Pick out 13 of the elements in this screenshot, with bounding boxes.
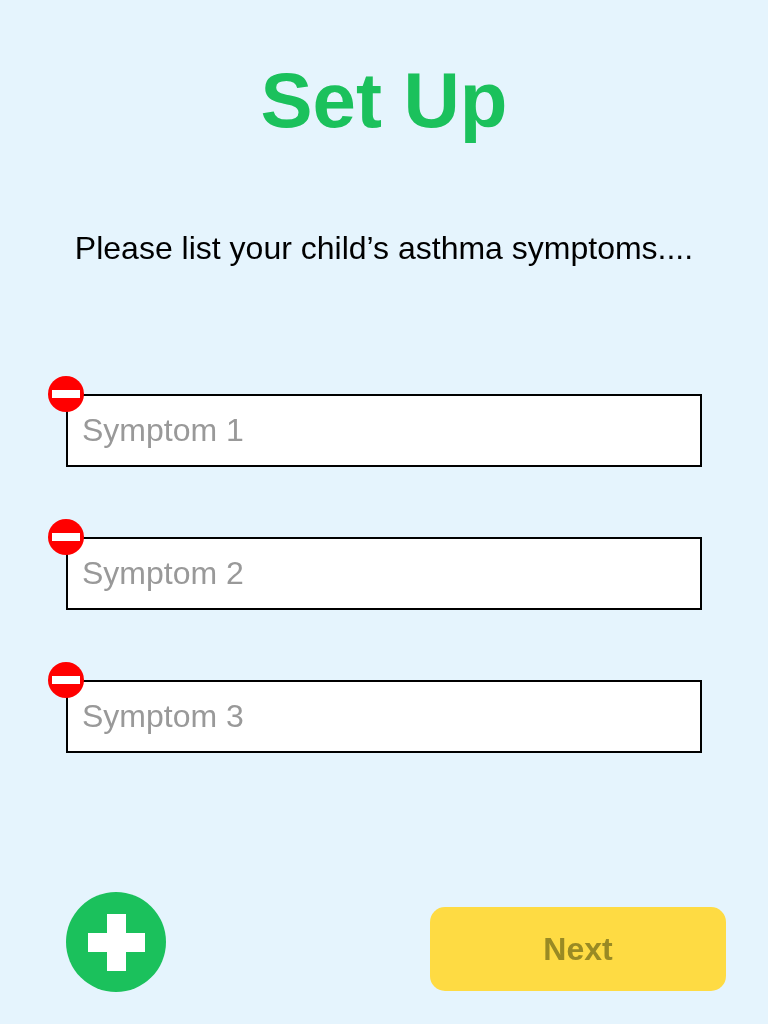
plus-icon — [87, 913, 145, 971]
next-button[interactable]: Next — [430, 907, 726, 991]
remove-button[interactable] — [48, 519, 84, 555]
symptom-field[interactable]: Symptom 3 — [66, 680, 702, 753]
minus-icon — [52, 676, 80, 684]
symptom-field[interactable]: Symptom 1 — [66, 394, 702, 467]
minus-icon — [52, 390, 80, 398]
page-title: Set Up — [260, 55, 508, 145]
symptom-field[interactable]: Symptom 2 — [66, 537, 702, 610]
instruction-text: Please list your child’s asthma symptoms.... — [74, 229, 694, 268]
remove-button[interactable] — [48, 662, 84, 698]
minus-icon — [52, 533, 80, 541]
remove-button[interactable] — [48, 376, 84, 412]
